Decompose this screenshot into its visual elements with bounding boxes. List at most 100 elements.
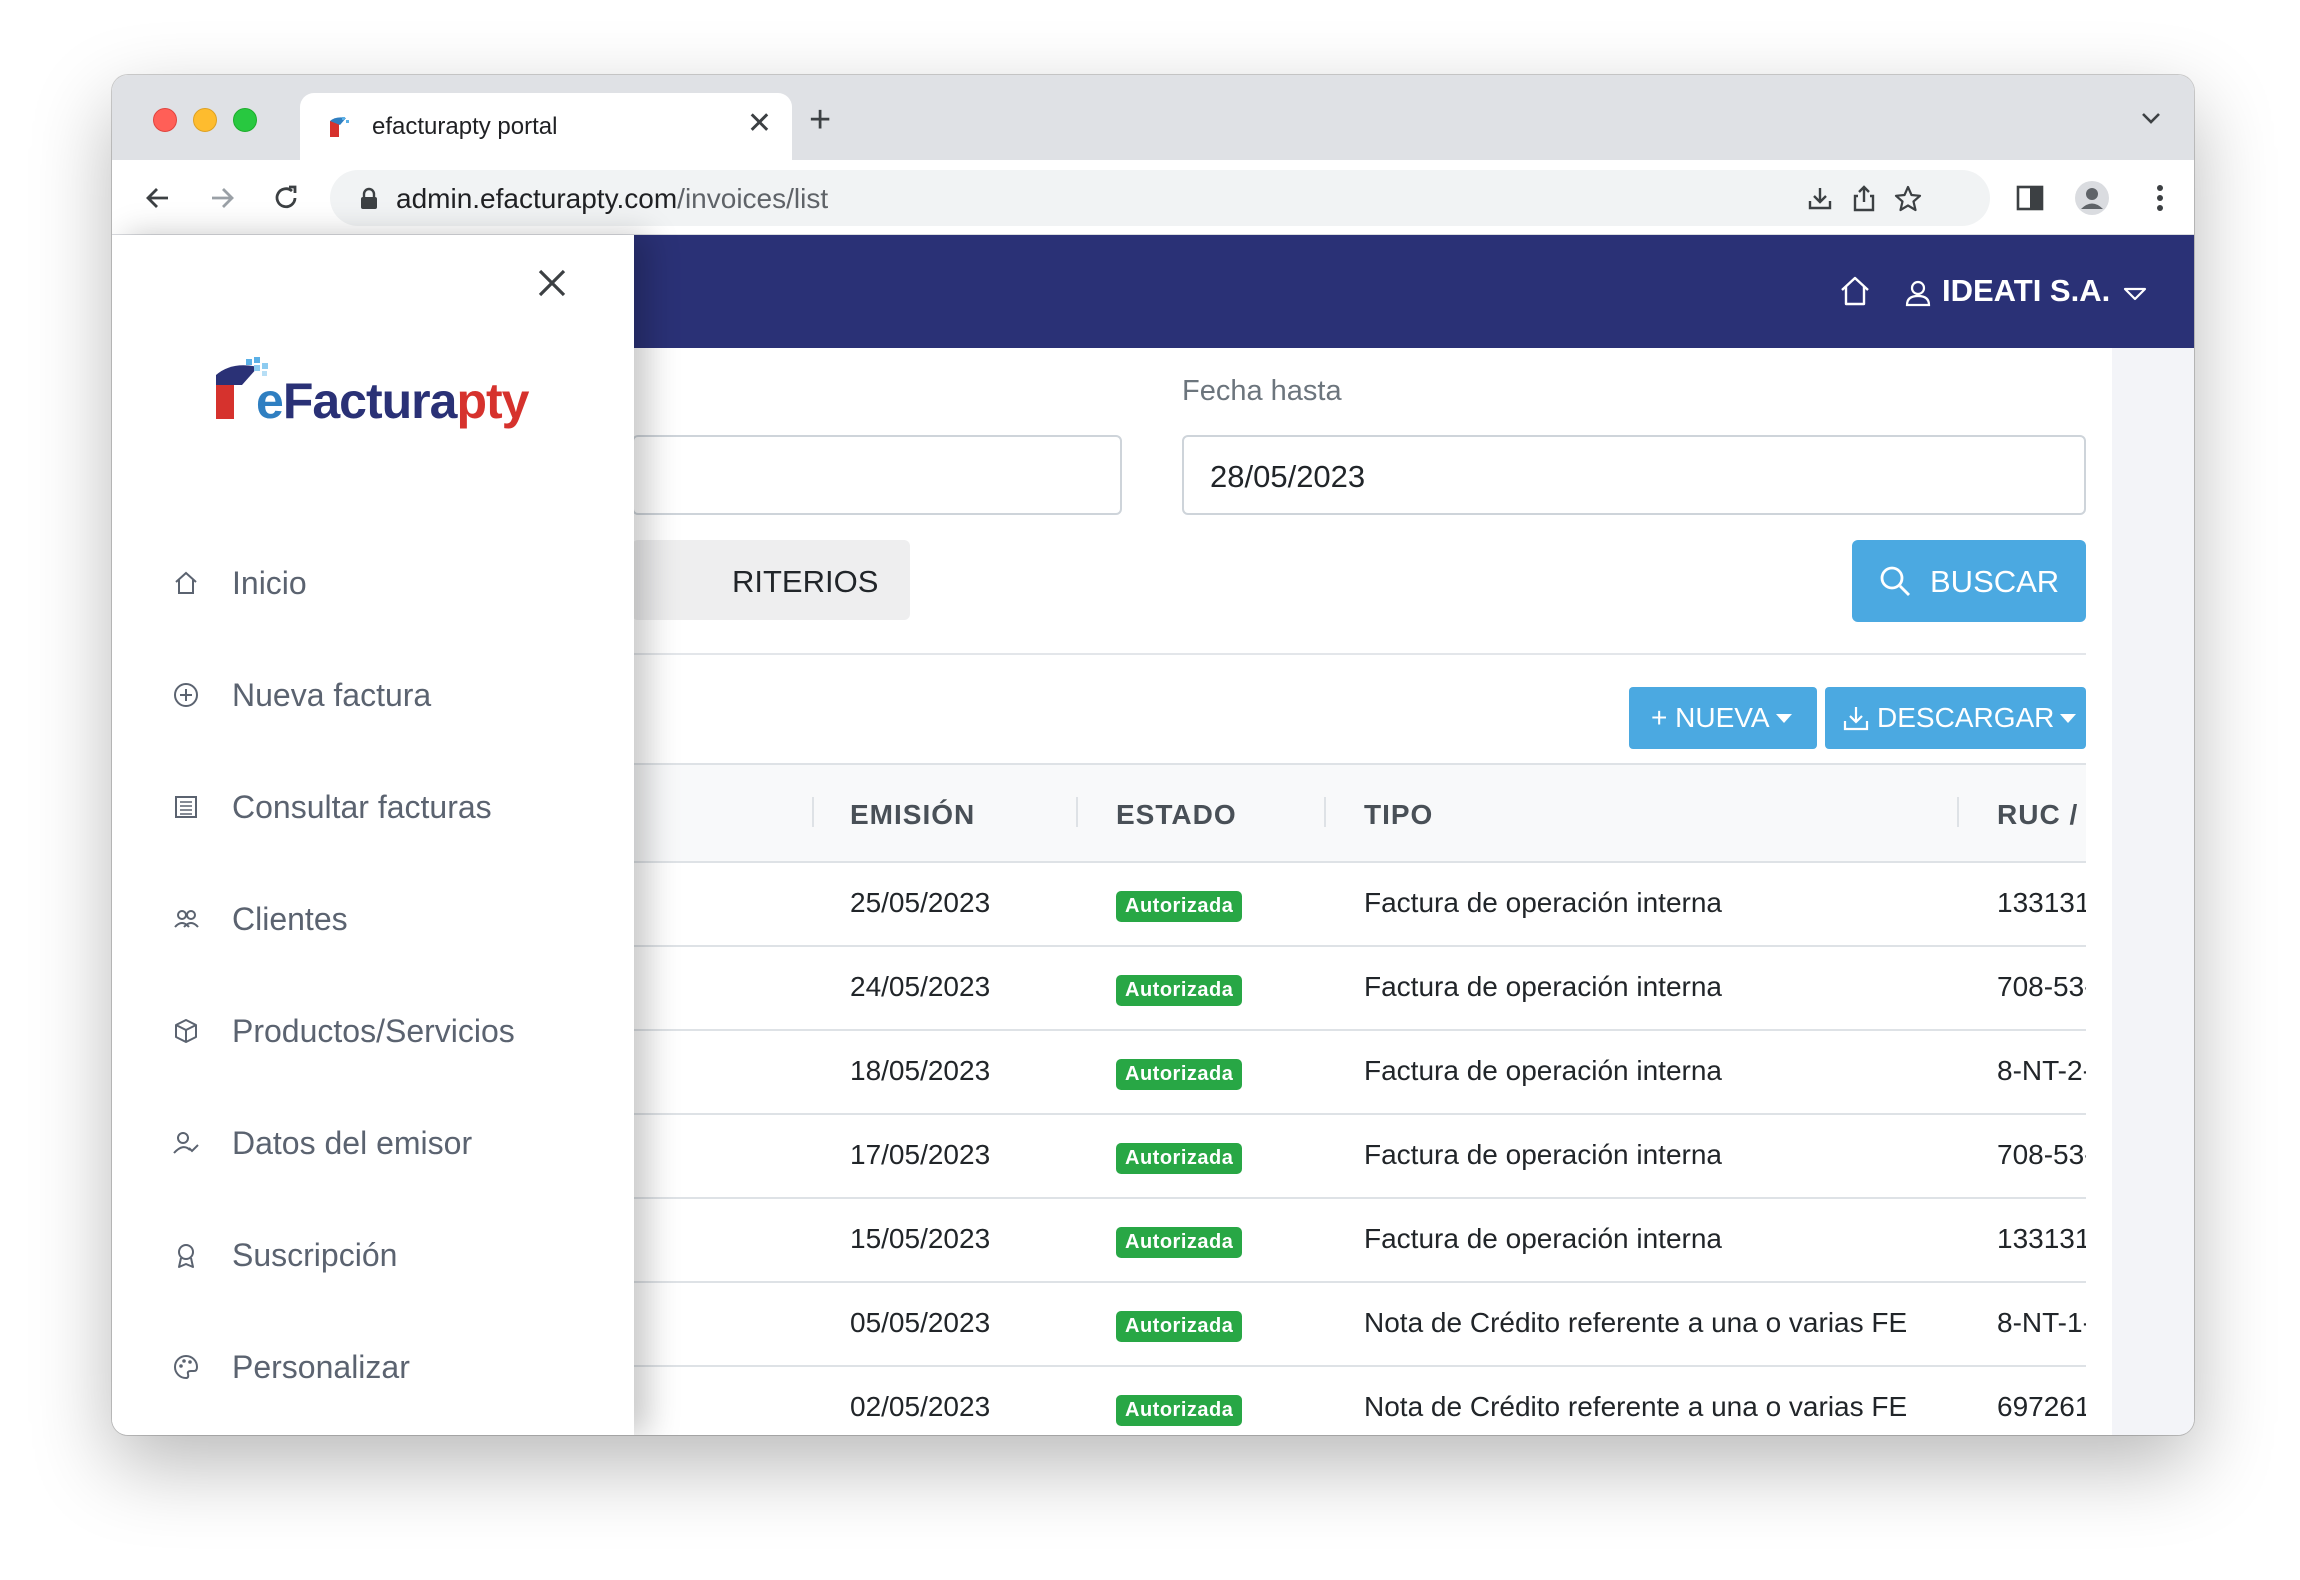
cell-ruc: 708-53-1203 [1997,971,2086,1002]
cell-emision: 18/05/2023 [850,1055,991,1086]
cell-ruc: 708-53-1203 [1997,1139,2086,1170]
sidebar-item-label: Datos del emisor [232,1125,473,1161]
sidebar-item-datos-emisor[interactable]: Datos del emisor [172,1115,572,1175]
browser-toolbar: admin.efacturapty.com/invoices/list [112,160,2194,235]
sidebar-item-nueva-factura[interactable]: Nueva factura [172,667,572,727]
home-icon [175,571,197,594]
status-badge: Autorizada [1116,1311,1243,1342]
cell-tipo: Factura de operación interna [1364,1223,1722,1254]
url-text: admin.efacturapty.com/invoices/list [396,183,829,214]
tab-strip: efacturapty portal ✕ + [112,75,2194,160]
sidebar-item-inicio[interactable]: Inicio [172,555,572,615]
user-menu-name[interactable]: IDEATI S.A. [1942,273,2110,309]
palette-icon [174,1354,199,1380]
sidebar-item-label: Productos/Servicios [232,1013,515,1049]
column-separator [812,797,814,827]
column-separator [1324,797,1326,827]
side-panel-icon[interactable] [2012,180,2048,216]
status-badge: Autorizada [1116,1143,1243,1174]
descargar-dropdown-button[interactable]: DESCARGAR [1825,687,2086,749]
cell-tipo: Factura de operación interna [1364,971,1722,1002]
sidebar-item-clientes[interactable]: Clientes [172,891,572,951]
status-badge: Autorizada [1116,975,1243,1006]
cell-ruc: 8-NT-2-7640 [1997,1055,2086,1086]
search-icon [1880,566,1910,596]
tab-close-icon[interactable]: ✕ [747,109,772,139]
cell-emision: 15/05/2023 [850,1223,991,1254]
cell-emision: 02/05/2023 [850,1391,991,1422]
column-header-tipo[interactable]: TIPO [1364,799,1433,831]
criterios-button[interactable]: RITERIOS [632,540,910,620]
sidebar-item-label: Nueva factura [232,677,432,713]
sidebar-item-label: Personalizar [232,1349,410,1385]
cell-emision: 05/05/2023 [850,1307,991,1338]
profile-avatar-icon[interactable] [2074,180,2110,216]
cell-tipo: Nota de Crédito referente a una o varias… [1364,1307,1908,1338]
descargar-label: DESCARGAR [1877,702,2055,733]
forward-icon[interactable] [204,180,240,216]
column-separator [1076,797,1078,827]
fecha-hasta-input[interactable]: 28/05/2023 [1182,435,2086,515]
sidebar-item-consultar-facturas[interactable]: Consultar facturas [172,779,572,839]
cell-ruc: 697261-1-46 [1997,1391,2086,1422]
reload-icon[interactable] [268,180,304,216]
favicon-icon [330,117,349,137]
home-icon[interactable] [1837,273,1873,309]
award-icon [178,1244,194,1268]
caret-down-icon [2060,714,2077,723]
sidebar-item-suscripcion[interactable]: Suscripción [172,1227,572,1287]
tab-title: efacturapty portal [372,113,558,140]
column-header-ruc[interactable]: RUC / IDENT [1997,799,2086,831]
maximize-window-button[interactable] [233,108,257,132]
share-icon[interactable] [1848,183,1880,215]
sidebar-item-productos-servicios[interactable]: Productos/Servicios [172,1003,572,1063]
efacturapty-logo: eFacturapty [212,350,542,435]
status-badge: Autorizada [1116,1395,1243,1426]
caret-down-icon[interactable] [2122,285,2148,303]
table-row[interactable]: 05/05/2023 Autorizada Nota de Crédito refe… [632,1283,2086,1367]
cell-ruc: 1331310-1-61 [1997,887,2086,918]
table-row[interactable]: 15/05/2023 Autorizada Factura de operación… [632,1199,2086,1283]
new-tab-icon[interactable]: + [809,101,831,139]
invoices-table: EMISIÓN ESTADO TIPO RUC / IDENT 25/05/20… [632,763,2086,1435]
nueva-label: + NUEVA [1651,702,1770,733]
column-header-emision[interactable]: EMISIÓN [850,799,975,831]
sidebar-item-label: Consultar facturas [232,789,492,825]
table-row[interactable]: 25/05/2023 Autorizada Factura de operación… [632,863,2086,947]
document-list-icon [175,796,197,818]
users-icon [174,910,199,928]
install-icon[interactable] [1804,183,1836,215]
more-menu-icon[interactable] [2142,180,2178,216]
user-icon[interactable] [1904,279,1932,307]
table-row[interactable]: 17/05/2023 Autorizada Factura de operación… [632,1115,2086,1199]
browser-tab[interactable]: efacturapty portal ✕ [300,93,792,160]
cell-tipo: Factura de operación interna [1364,1055,1722,1086]
close-icon[interactable] [532,263,572,303]
table-row[interactable]: 24/05/2023 Autorizada Factura de operación… [632,947,2086,1031]
sidebar-item-label: Suscripción [232,1237,398,1273]
logo-text: eFacturapty [256,373,529,429]
caret-down-icon [1775,714,1792,723]
nueva-dropdown-button[interactable]: + NUEVA [1629,687,1817,749]
table-header: EMISIÓN ESTADO TIPO RUC / IDENT [632,765,2086,863]
cell-emision: 17/05/2023 [850,1139,991,1170]
table-row[interactable]: 18/05/2023 Autorizada Factura de operación… [632,1031,2086,1115]
sidebar-item-label: Clientes [232,901,348,937]
back-icon[interactable] [140,180,176,216]
column-header-estado[interactable]: ESTADO [1116,799,1237,831]
cell-tipo: Factura de operación interna [1364,1139,1722,1170]
buscar-button[interactable]: BUSCAR [1852,540,2086,622]
user-check-icon [173,1132,199,1154]
table-row[interactable]: 02/05/2023 Autorizada Nota de Crédito refe… [632,1367,2086,1435]
minimize-window-button[interactable] [193,108,217,132]
fecha-desde-input[interactable] [632,435,1122,515]
address-bar[interactable]: admin.efacturapty.com/invoices/list [330,170,1990,226]
sidebar-menu: eFacturapty Inicio Nueva factura Consult… [112,235,634,1435]
column-separator [1957,797,1959,827]
chevron-down-icon[interactable] [2138,105,2164,131]
close-window-button[interactable] [153,108,177,132]
plus-circle-icon [174,683,198,707]
bookmark-star-icon[interactable] [1892,183,1924,215]
sidebar-item-personalizar[interactable]: Personalizar [172,1339,572,1399]
status-badge: Autorizada [1116,1059,1243,1090]
